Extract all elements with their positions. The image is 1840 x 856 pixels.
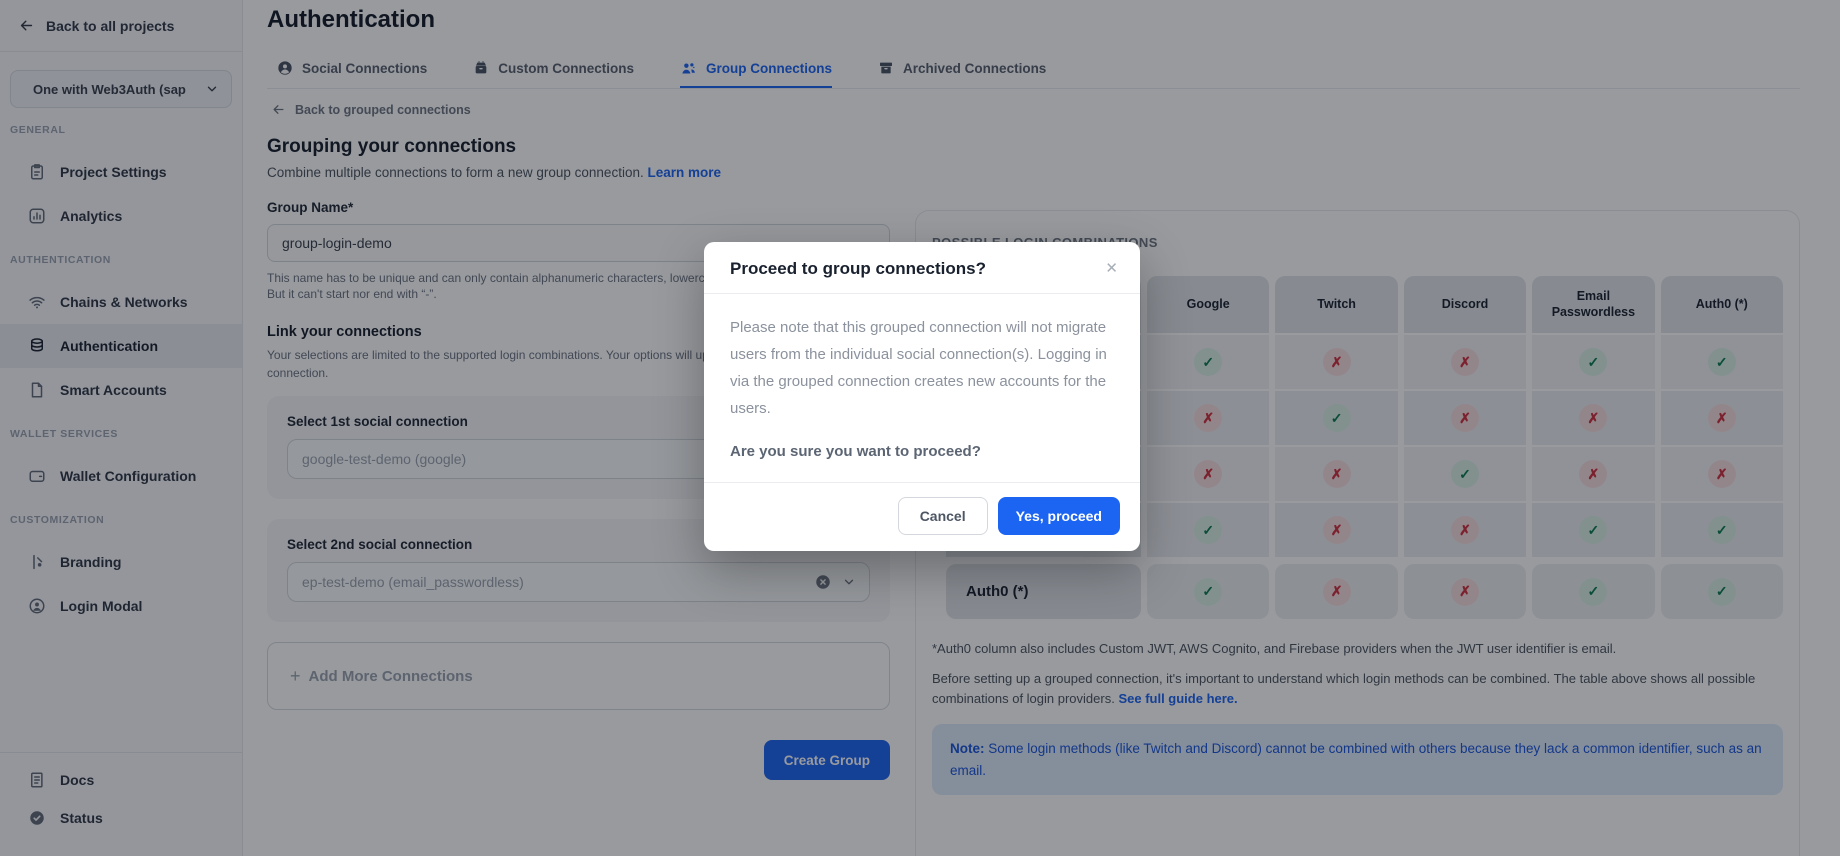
close-icon[interactable]: ✕ [1099,259,1124,278]
modal-question: Are you sure you want to proceed? [730,443,1114,460]
cancel-button[interactable]: Cancel [898,497,988,535]
web3auth-dashboard: Back to all projects One with Web3Auth (… [0,0,1840,856]
proceed-modal: Proceed to group connections? ✕ Please n… [704,242,1140,551]
modal-body: Please note that this grouped connection… [704,294,1140,482]
modal-header: Proceed to group connections? ✕ [704,242,1140,293]
modal-footer: Cancel Yes, proceed [704,483,1140,551]
modal-message: Please note that this grouped connection… [730,314,1114,422]
yes-proceed-button[interactable]: Yes, proceed [998,497,1120,535]
modal-title: Proceed to group connections? [730,259,986,279]
